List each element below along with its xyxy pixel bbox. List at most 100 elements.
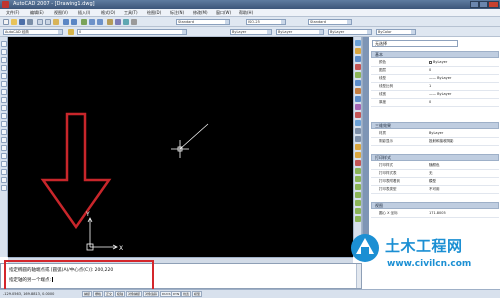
snap-intersection-icon[interactable] [355,208,361,214]
rectangle-icon[interactable] [1,73,7,79]
menu-window[interactable]: 窗口(W) [216,10,231,16]
scale-icon[interactable] [355,96,361,102]
command-window[interactable]: 指定椭圆的轴端点或 [圆弧(A)/中心点(C)]: 200,220 指定轴的另一… [0,263,362,289]
model-toggle[interactable]: 模型 [192,291,203,297]
color-select[interactable]: ByLayer [230,29,272,35]
polygon-icon[interactable] [1,65,7,71]
tool-palettes-icon[interactable] [123,19,129,25]
dim-style-select[interactable]: ISO-25 [246,19,286,25]
snap-node-icon[interactable] [355,192,361,198]
mirror-icon[interactable] [355,56,361,62]
otrack-toggle[interactable]: 对象追踪 [143,291,160,297]
save-icon[interactable] [19,19,25,25]
snap-toggle[interactable]: 捕捉 [82,291,93,297]
menu-help[interactable]: 帮助(H) [239,10,253,16]
trim-icon[interactable] [355,112,361,118]
erase-icon[interactable] [355,40,361,46]
prop-row-plot-table[interactable]: 打印样式表 无 [371,170,499,178]
prop-row-plot-style[interactable]: 打印样式 随颜色 [371,162,499,170]
properties-icon[interactable] [107,19,113,25]
paste-icon[interactable] [53,19,59,25]
ortho-toggle[interactable]: 正交 [104,291,115,297]
close-button[interactable] [488,1,499,8]
menu-file[interactable]: 文件(F) [6,10,19,16]
make-block-icon[interactable] [1,137,7,143]
prop-row-layer[interactable]: 图层 0 [371,67,499,75]
offset-icon[interactable] [355,64,361,70]
zoom-icon[interactable] [89,19,95,25]
menu-edit[interactable]: 编辑(E) [30,10,44,16]
section-3d-visualization[interactable]: 三维效果 [371,122,499,129]
layer-manager-icon[interactable] [68,29,74,35]
new-file-icon[interactable] [3,19,9,25]
drawing-area[interactable]: Y X [8,37,353,257]
autocad-app-icon[interactable] [2,1,9,8]
fillet-icon[interactable] [355,152,361,158]
insert-block-icon[interactable] [1,129,7,135]
workspace-select[interactable]: AutoCAD 经典 [3,29,63,35]
selection-dropdown[interactable]: 无选择 [372,40,458,47]
text-style-select[interactable]: Standard [176,19,230,25]
polar-toggle[interactable]: 极轴 [115,291,126,297]
prop-row-lineweight[interactable]: 线宽 —— ByLayer [371,91,499,99]
multiline-text-icon[interactable] [1,185,7,191]
copy-object-icon[interactable] [355,48,361,54]
snap-quadrant-icon[interactable] [355,200,361,206]
menu-format[interactable]: 格式(O) [101,10,115,16]
redo-icon[interactable] [71,19,77,25]
region-icon[interactable] [1,169,7,175]
point-icon[interactable] [1,145,7,151]
minimize-button[interactable] [470,1,479,8]
ellipse-icon[interactable] [1,113,7,119]
array-icon[interactable] [355,72,361,78]
osnap-toggle[interactable]: 对象捕捉 [126,291,143,297]
lineweight-select[interactable]: ByLayer [328,29,372,35]
move-icon[interactable] [355,80,361,86]
help-icon[interactable] [131,19,137,25]
snap-midpoint-icon[interactable] [355,176,361,182]
chamfer-icon[interactable] [355,144,361,150]
snap-perpendicular-icon[interactable] [355,216,361,222]
plot-style-select[interactable]: ByColor [376,29,416,35]
table-icon[interactable] [1,177,7,183]
undo-icon[interactable] [63,19,69,25]
table-style-select[interactable]: Standard [308,19,352,25]
explode-icon[interactable] [355,160,361,166]
menu-tools[interactable]: 工具(T) [124,10,138,16]
lineweight-toggle[interactable]: 线宽 [181,291,192,297]
prop-row-plot-table-type[interactable]: 打印表类型 不可用 [371,186,499,194]
rotate-icon[interactable] [355,88,361,94]
prop-row-thickness[interactable]: 厚度 0 [371,99,499,107]
line-tool-icon[interactable] [1,41,7,47]
open-folder-icon[interactable] [11,19,17,25]
break-icon[interactable] [355,128,361,134]
prop-row-center-x[interactable]: 圆心 X 坐标 171.8005 [371,210,499,218]
pan-icon[interactable] [81,19,87,25]
arc-icon[interactable] [1,81,7,87]
prop-row-linetype-scale[interactable]: 线型比例 1 [371,83,499,91]
snap-center-icon[interactable] [355,184,361,190]
construction-line-icon[interactable] [1,49,7,55]
menu-view[interactable]: 视图(V) [54,10,68,16]
polyline-icon[interactable] [1,57,7,63]
menu-modify[interactable]: 修改(M) [193,10,208,16]
layer-select[interactable]: 0 [77,29,187,35]
extend-icon[interactable] [355,120,361,126]
print-icon[interactable] [27,19,33,25]
section-view[interactable]: 视图 [371,202,499,209]
section-plot-style[interactable]: 打印样式 [371,154,499,161]
circle-icon[interactable] [1,89,7,95]
join-icon[interactable] [355,136,361,142]
prop-row-color[interactable]: 颜色 ByLayer [371,59,499,67]
dyn-toggle[interactable]: DYN [171,291,182,297]
command-prompt-line[interactable]: 指定轴的另一个端点: [9,277,54,284]
stretch-icon[interactable] [355,104,361,110]
section-general[interactable]: 基本 [371,51,499,58]
spline-icon[interactable] [1,105,7,111]
menu-draw[interactable]: 绘图(D) [147,10,161,16]
linetype-select[interactable]: ByLayer [276,29,324,35]
prop-row-shadow[interactable]: 阴影显示 投射和接收阴影 [371,138,499,146]
grid-toggle[interactable]: 栅格 [93,291,104,297]
menu-dimension[interactable]: 标注(N) [170,10,184,16]
prop-row-linetype[interactable]: 线型 —— ByLayer [371,75,499,83]
